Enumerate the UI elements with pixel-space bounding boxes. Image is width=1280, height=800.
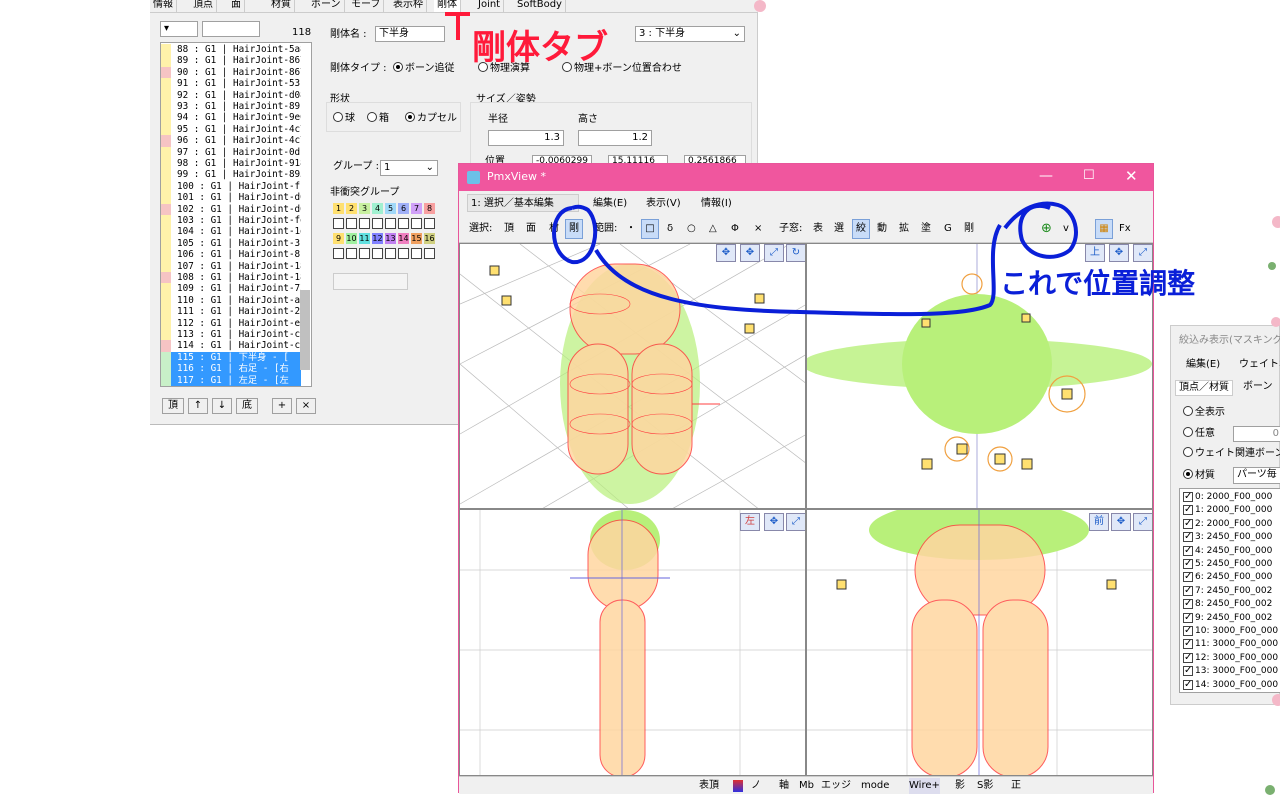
tab-annotation: 剛体タブ [472, 28, 608, 68]
adjust-annotation: これで位置調整 [1000, 267, 1196, 300]
annotation-overlay [445, 12, 1078, 317]
